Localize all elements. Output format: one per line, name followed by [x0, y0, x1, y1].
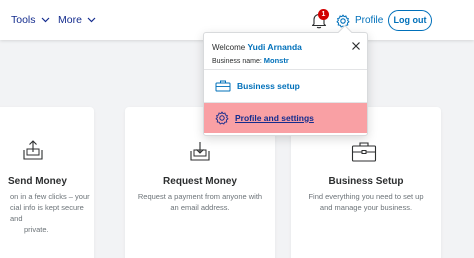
send-money-card[interactable]: Send Money on in a few clicks – your cia…	[0, 107, 94, 258]
card-description-line: Find everything you need to set up	[308, 192, 424, 201]
request-money-icon	[190, 142, 210, 161]
more-menu-label: More	[58, 14, 82, 26]
card-description-line: on in a few clicks – your	[10, 192, 90, 201]
business-name: Business name: Monstr	[212, 56, 289, 65]
divider	[204, 69, 367, 70]
profile-dropdown: Welcome Yudi Arnanda Business name: Mons…	[203, 24, 368, 136]
notification-badge: 1	[318, 9, 329, 20]
card-description-line: an email address.	[170, 203, 230, 212]
card-description: Request a payment from anyone with an em…	[125, 191, 275, 213]
business-name-value: Monstr	[263, 56, 289, 65]
profile-and-settings-label: Profile and settings	[235, 113, 314, 123]
welcome-prefix: Welcome	[212, 43, 246, 52]
welcome-text: Welcome Yudi Arnanda	[212, 42, 302, 52]
card-description-line: Request a payment from anyone with	[137, 192, 263, 201]
card-title: Business Setup	[328, 176, 404, 187]
card-title: Send Money	[8, 176, 67, 187]
card-description-line: private.	[24, 225, 49, 234]
card-description: on in a few clicks – your cial info is k…	[10, 191, 94, 235]
card-description: Find everything you need to set up and m…	[291, 191, 441, 213]
card-description-line: cial info is kept secure and	[10, 203, 84, 223]
tools-menu-label: Tools	[11, 14, 36, 26]
profile-label: Profile	[355, 15, 384, 26]
more-menu[interactable]: More	[58, 13, 96, 27]
business-setup-icon	[215, 80, 231, 92]
user-name: Yudi Arnanda	[247, 42, 302, 52]
card-description-line: and manage your business.	[319, 203, 413, 212]
tools-menu[interactable]: Tools	[11, 13, 50, 27]
close-icon[interactable]	[350, 40, 362, 52]
send-money-icon	[23, 140, 43, 160]
business-name-label: Business name:	[212, 58, 262, 65]
business-setup-link[interactable]: Business setup	[204, 71, 367, 101]
card-title: Request Money	[163, 176, 237, 187]
profile-and-settings-link[interactable]: Profile and settings	[204, 103, 367, 133]
business-setup-label: Business setup	[237, 81, 300, 91]
chevron-down-icon	[87, 17, 96, 23]
logout-button[interactable]: Log out	[388, 10, 432, 31]
chevron-down-icon	[41, 17, 49, 23]
gear-icon	[215, 111, 229, 125]
briefcase-icon	[351, 142, 377, 162]
